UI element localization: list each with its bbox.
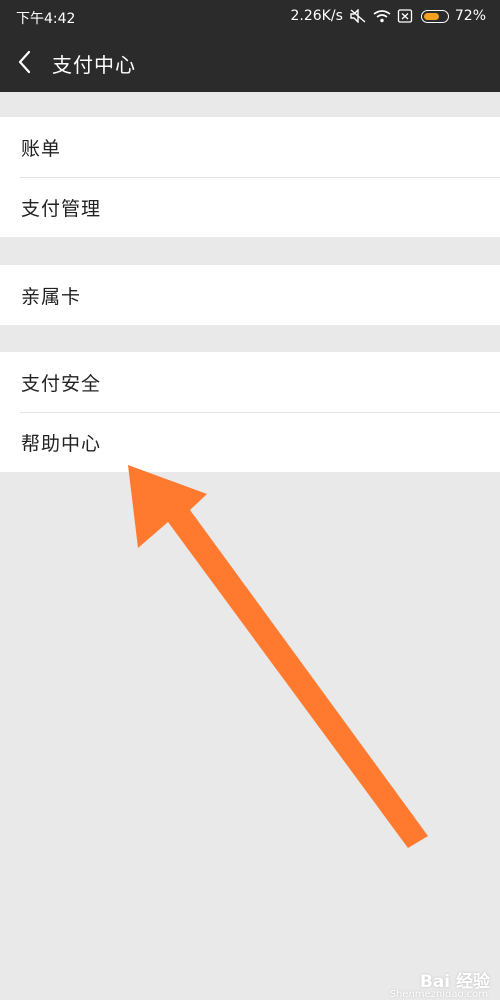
status-bar: 下午4:42 2.26K/s 72% [0, 0, 500, 32]
menu-item-help-center[interactable]: 帮助中心 [0, 412, 500, 472]
status-right: 2.26K/s 72% [291, 8, 487, 24]
sim-off-icon [397, 9, 415, 23]
battery-percent: 72% [454, 8, 486, 24]
menu-item-bill[interactable]: 账单 [0, 117, 500, 177]
page-title: 支付中心 [52, 53, 136, 77]
menu-item-label: 账单 [21, 138, 62, 160]
back-button[interactable] [14, 48, 38, 76]
network-speed: 2.26K/s [290, 8, 343, 24]
battery-icon [420, 9, 449, 23]
silent-icon [349, 8, 367, 24]
battery-fill [423, 12, 439, 20]
menu-group-1: 账单 支付管理 [0, 117, 500, 237]
menu-item-label: 支付安全 [21, 373, 102, 395]
status-time: 下午4:42 [16, 11, 76, 27]
menu-item-label: 亲属卡 [21, 286, 82, 308]
menu-item-family-card[interactable]: 亲属卡 [0, 265, 500, 325]
chevron-left-icon [18, 50, 31, 74]
wifi-icon [373, 9, 391, 23]
app-header: 支付中心 [0, 32, 500, 92]
watermark-url: Shenmezhidao.com [389, 989, 488, 1000]
menu-item-payment-security[interactable]: 支付安全 [0, 352, 500, 412]
menu-group-3: 支付安全 帮助中心 [0, 352, 500, 472]
menu-item-payment-management[interactable]: 支付管理 [0, 177, 500, 237]
menu-item-label: 帮助中心 [21, 433, 102, 455]
menu-item-label: 支付管理 [21, 198, 102, 220]
arrow-shape [128, 465, 428, 848]
menu-group-2: 亲属卡 [0, 265, 500, 325]
